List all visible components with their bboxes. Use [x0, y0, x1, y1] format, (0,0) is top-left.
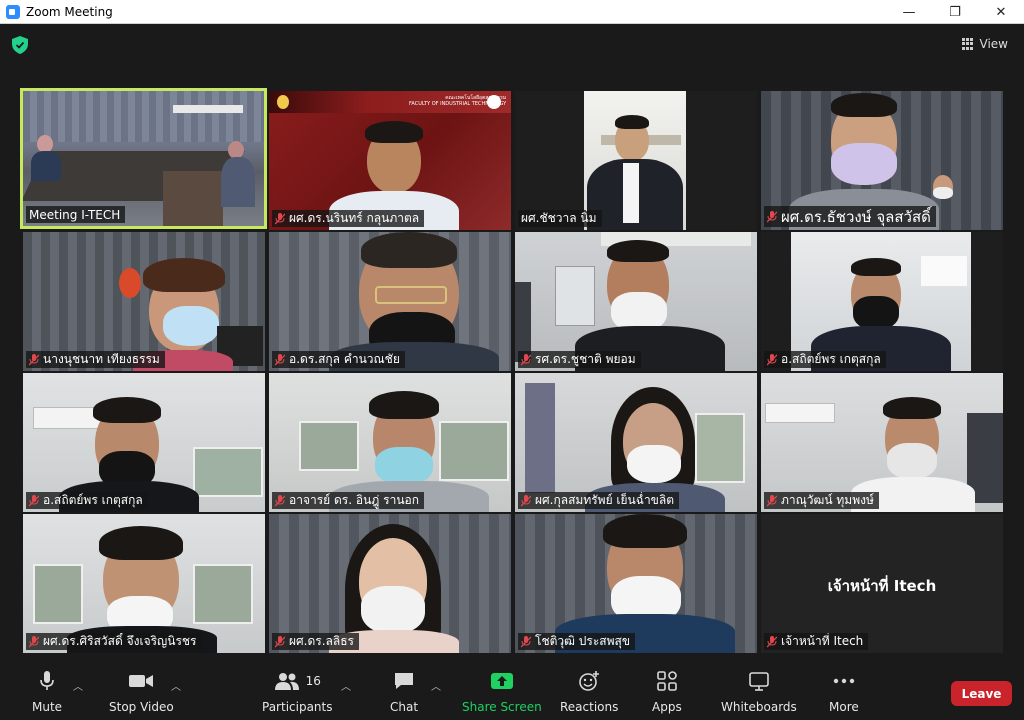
participant-name-tag: ผศ.ดร.นรินทร์ กลุนภาตล	[272, 210, 425, 227]
mic-muted-icon	[521, 494, 531, 506]
participants-count: 16	[305, 674, 321, 688]
video-tile[interactable]: นางนุชนาท เทียงธรรม	[23, 232, 265, 371]
window-titlebar: Zoom Meeting — ❐ ✕	[0, 0, 1024, 24]
apps-button[interactable]: Apps	[652, 668, 682, 714]
mic-muted-icon	[275, 494, 285, 506]
video-tile[interactable]: ผศ.ดร.ธัชวงษ์ จุลสวัสดิ์	[761, 91, 1003, 230]
participant-name-tag: รศ.ดร.ชูชาติ พยอม	[518, 351, 641, 368]
participant-name-tag: ผศ.ชัชวาล นิ่ม	[518, 210, 602, 227]
share-screen-button[interactable]: Share Screen	[462, 668, 542, 714]
view-button[interactable]: View	[958, 32, 1012, 56]
more-button[interactable]: More	[829, 668, 859, 714]
mic-muted-icon	[29, 635, 39, 647]
participant-name-tag: ผศ.ดร.ศิริสวัสดิ์ จึงเจริญนิรชร	[26, 633, 202, 650]
participants-icon	[274, 673, 299, 690]
mic-muted-icon	[767, 494, 777, 506]
chat-options-caret-icon[interactable]: ︿	[431, 678, 441, 693]
chat-button[interactable]: Chat	[390, 668, 418, 714]
view-label: View	[979, 37, 1008, 51]
mic-muted-icon	[521, 635, 531, 647]
participant-name-tag: โชติวุฒิ ประสพสุข	[518, 633, 636, 650]
whiteboards-button[interactable]: Whiteboards	[721, 668, 797, 714]
stop-video-button[interactable]: Stop Video	[109, 668, 174, 714]
mic-muted-icon	[275, 635, 285, 647]
grid-view-icon	[961, 38, 974, 50]
mic-muted-icon	[767, 353, 777, 365]
mic-muted-icon	[275, 212, 285, 224]
window-controls: — ❐ ✕	[886, 0, 1024, 24]
video-tile[interactable]: ผศ.ชัชวาล นิ่ม	[515, 91, 757, 230]
video-tile[interactable]: อ.สถิตย์พร เกตุสกุล	[761, 232, 1003, 371]
video-tile[interactable]: อ.สถิตย์พร เกตุสกุล	[23, 373, 265, 512]
share-screen-icon	[490, 673, 513, 689]
mic-muted-icon	[767, 635, 777, 647]
video-tile-camera-off[interactable]: เจ้าหน้าที่ Itech เจ้าหน้าที่ Itech	[761, 514, 1003, 653]
video-tile[interactable]: ผศ.กุลสมทรัพย์ เย็นฉ่ำขลิต	[515, 373, 757, 512]
leave-button[interactable]: Leave	[951, 681, 1012, 706]
mic-muted-icon	[29, 353, 39, 365]
security-shield-icon[interactable]	[12, 36, 28, 54]
video-tile[interactable]: ภาณุวัฒน์ ทุมพงษ์	[761, 373, 1003, 512]
participant-name-tag: ผศ.ดร.ธัชวงษ์ จุลสวัสดิ์	[764, 206, 936, 227]
apps-icon	[657, 671, 677, 691]
participant-name-tag: ภาณุวัฒน์ ทุมพงษ์	[764, 492, 879, 509]
participants-button[interactable]: 16 Participants	[262, 668, 333, 714]
chat-bubble-icon	[395, 673, 414, 689]
meeting-topbar: View	[0, 24, 1024, 64]
participant-name-tag: เจ้าหน้าที่ Itech	[764, 633, 869, 650]
video-tile[interactable]: ผศ.ดร.ศิริสวัสดิ์ จึงเจริญนิรชร	[23, 514, 265, 653]
whiteboard-icon	[749, 672, 769, 691]
audio-options-caret-icon[interactable]: ︿	[73, 678, 83, 693]
participant-name-tag: อ.สถิตย์พร เกตุสกุล	[26, 492, 148, 509]
close-button[interactable]: ✕	[978, 0, 1024, 24]
video-tile[interactable]: คณะเทคโนโลยีอุตสาหกรรม FACULTY OF INDUSTR…	[269, 91, 511, 230]
zoom-app-icon	[6, 4, 20, 19]
video-options-caret-icon[interactable]: ︿	[171, 678, 181, 693]
reactions-smiley-icon	[579, 671, 600, 691]
participant-name-tag: นางนุชนาท เทียงธรรม	[26, 351, 165, 368]
video-tile[interactable]: อาจารย์ ดร. อินฎู่ รานอก	[269, 373, 511, 512]
reactions-button[interactable]: Reactions	[560, 668, 618, 714]
participant-name-tag: อ.ดร.สกุล คำนวณชัย	[272, 351, 405, 368]
video-tile[interactable]: อ.ดร.สกุล คำนวณชัย	[269, 232, 511, 371]
mic-muted-icon	[767, 210, 777, 222]
participant-name-tag: Meeting I-TECH	[26, 206, 126, 223]
mic-muted-icon	[275, 353, 285, 365]
window-title: Zoom Meeting	[26, 4, 113, 19]
mute-button[interactable]: Mute	[32, 668, 62, 714]
video-tile[interactable]: โชติวุฒิ ประสพสุข	[515, 514, 757, 653]
maximize-button[interactable]: ❐	[932, 0, 978, 24]
video-camera-icon	[129, 675, 154, 687]
video-tile[interactable]: ผศ.ดร.ลลิธร	[269, 514, 511, 653]
participant-name-tag: ผศ.กุลสมทรัพย์ เย็นฉ่ำขลิต	[518, 492, 680, 509]
mic-muted-icon	[29, 494, 39, 506]
meeting-toolbar: Mute ︿ Stop Video ︿ 16 Participants ︿ Ch…	[0, 660, 1024, 720]
mic-muted-icon	[521, 353, 531, 365]
participant-name-tag: อ.สถิตย์พร เกตุสกุล	[764, 351, 886, 368]
video-tile[interactable]: Meeting I-TECH	[20, 88, 267, 229]
video-tile[interactable]: รศ.ดร.ชูชาติ พยอม	[515, 232, 757, 371]
participant-name-tag: อาจารย์ ดร. อินฎู่ รานอก	[272, 492, 425, 509]
participants-options-caret-icon[interactable]: ︿	[341, 678, 351, 693]
camera-off-display-name: เจ้าหน้าที่ Itech	[827, 577, 937, 595]
minimize-button[interactable]: —	[886, 0, 932, 24]
microphone-icon	[40, 671, 54, 690]
participant-name-tag: ผศ.ดร.ลลิธร	[272, 633, 359, 650]
video-gallery: Meeting I-TECH คณะเทคโนโลยีอุตสาหกรรม FAC…	[20, 88, 1004, 653]
more-dots-icon	[833, 678, 855, 684]
